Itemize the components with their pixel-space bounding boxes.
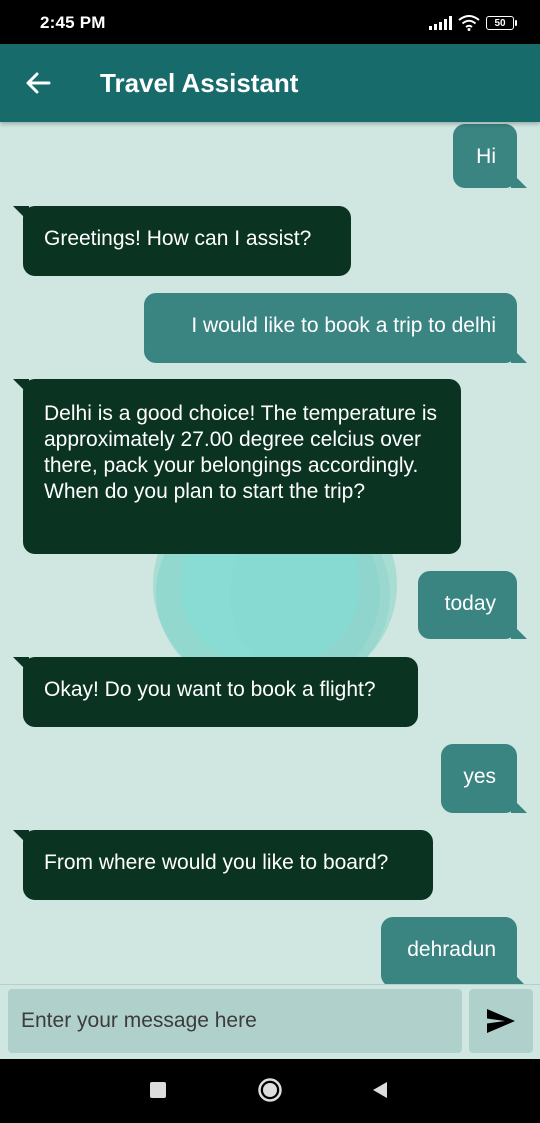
app-bar: Travel Assistant (0, 44, 540, 122)
message-input[interactable] (8, 989, 462, 1053)
message-text: dehradun (407, 938, 496, 961)
bot-message: Greetings! How can I assist? (13, 206, 351, 276)
chat-screen: 2:45 PM 50 Travel Assistant Hi Greetings… (0, 0, 540, 1123)
user-message: Hi (453, 124, 527, 188)
send-button[interactable] (469, 989, 533, 1053)
home-button[interactable] (250, 1072, 290, 1108)
user-message: I would like to book a trip to delhi (144, 293, 527, 363)
arrow-left-icon (25, 71, 51, 95)
status-time: 2:45 PM (40, 13, 106, 32)
message-text: Delhi is a good choice! The temperature … (44, 402, 437, 503)
message-text: I would like to book a trip to delhi (191, 314, 496, 337)
message-text: Greetings! How can I assist? (44, 227, 312, 250)
message-text: today (444, 592, 496, 615)
send-icon (486, 1008, 516, 1034)
user-message: yes (441, 744, 527, 813)
bot-message: Okay! Do you want to book a flight? (13, 657, 418, 727)
message-text: Okay! Do you want to book a flight? (44, 678, 376, 701)
user-message: today (418, 571, 527, 639)
recent-apps-icon (150, 1082, 166, 1098)
message-composer (0, 984, 540, 1059)
back-icon (371, 1081, 389, 1099)
chat-message-list[interactable]: Hi Greetings! How can I assist? I would … (0, 122, 540, 984)
message-text: From where would you like to board? (44, 851, 389, 874)
page-title: Travel Assistant (100, 68, 299, 98)
signal-icon (429, 16, 452, 30)
recent-apps-button[interactable] (138, 1072, 178, 1108)
nav-back-button[interactable] (360, 1072, 400, 1108)
status-bar: 2:45 PM 50 (0, 0, 540, 44)
message-text: yes (463, 765, 496, 788)
home-icon (257, 1077, 283, 1103)
wifi-icon (458, 15, 480, 31)
back-button[interactable] (18, 63, 58, 103)
message-text: Hi (476, 145, 496, 168)
status-icons: 50 (429, 12, 517, 34)
bot-message: Delhi is a good choice! The temperature … (13, 379, 461, 554)
bot-message: From where would you like to board? (13, 830, 433, 900)
user-message: dehradun (381, 917, 527, 984)
system-nav-bar (0, 1058, 540, 1123)
battery-icon: 50 (486, 16, 517, 30)
battery-level: 50 (494, 17, 506, 29)
